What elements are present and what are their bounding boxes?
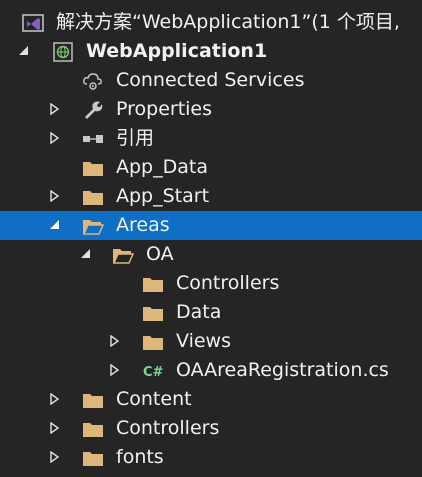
oa-controllers-label: Controllers: [176, 272, 280, 294]
folder-icon: [82, 448, 104, 468]
tree-row-app-data[interactable]: App_Data: [0, 153, 422, 182]
project-name: WebApplication1: [86, 40, 268, 62]
collapsed-arrow-icon[interactable]: [49, 182, 63, 211]
tree-row-oa-registration[interactable]: C# OAAreaRegistration.cs: [0, 356, 422, 385]
tree-row-properties[interactable]: Properties: [0, 95, 422, 124]
cloud-gear-icon: [82, 71, 104, 91]
tree-row-areas[interactable]: Areas: [0, 211, 422, 240]
areas-label: Areas: [116, 214, 170, 236]
tree-row-fonts[interactable]: fonts: [0, 443, 422, 472]
web-project-globe-icon: [52, 42, 74, 62]
tree-row-content[interactable]: Content: [0, 385, 422, 414]
references-label: 引用: [116, 127, 155, 149]
oa-views-label: Views: [176, 330, 231, 352]
fonts-label: fonts: [116, 446, 164, 468]
collapsed-arrow-icon[interactable]: [109, 356, 123, 385]
expanded-arrow-icon[interactable]: [18, 37, 32, 66]
tree-row-oa[interactable]: OA: [0, 240, 422, 269]
oa-data-label: Data: [176, 301, 222, 323]
solution-title: 解决方案“WebApplication1”(1 个项目,: [56, 11, 400, 33]
visual-studio-icon: [22, 13, 44, 33]
folder-icon: [82, 390, 104, 410]
references-icon: [82, 129, 104, 149]
collapsed-arrow-icon[interactable]: [109, 327, 123, 356]
folder-open-icon: [112, 245, 135, 265]
tree-row-oa-controllers[interactable]: Controllers: [0, 269, 422, 298]
tree-row-oa-data[interactable]: Data: [0, 298, 422, 327]
folder-icon: [82, 419, 104, 439]
app-data-label: App_Data: [116, 156, 208, 178]
expanded-arrow-icon[interactable]: [80, 240, 94, 269]
folder-icon: [142, 303, 164, 323]
folder-icon: [82, 158, 104, 178]
content-label: Content: [116, 388, 192, 410]
tree-row-solution[interactable]: 解决方案“WebApplication1”(1 个项目,: [0, 8, 422, 37]
folder-open-icon: [82, 216, 105, 236]
tree-row-oa-views[interactable]: Views: [0, 327, 422, 356]
csharp-file-icon: C#: [142, 361, 164, 381]
folder-icon: [142, 332, 164, 352]
tree-row-app-start[interactable]: App_Start: [0, 182, 422, 211]
collapsed-arrow-icon[interactable]: [49, 385, 63, 414]
collapsed-arrow-icon[interactable]: [49, 95, 63, 124]
expanded-arrow-icon[interactable]: [49, 211, 63, 240]
oa-label: OA: [146, 243, 174, 265]
tree-row-connected-services[interactable]: Connected Services: [0, 66, 422, 95]
solution-explorer-tree: 解决方案“WebApplication1”(1 个项目, WebApplicat…: [0, 0, 422, 468]
collapsed-arrow-icon[interactable]: [49, 414, 63, 443]
tree-row-project[interactable]: WebApplication1: [0, 37, 422, 66]
properties-label: Properties: [116, 98, 213, 120]
collapsed-arrow-icon[interactable]: [49, 443, 63, 472]
folder-icon: [142, 274, 164, 294]
svg-text:C#: C#: [143, 365, 164, 380]
controllers-label: Controllers: [116, 417, 220, 439]
folder-icon: [82, 187, 104, 207]
collapsed-arrow-icon[interactable]: [49, 124, 63, 153]
connected-services-label: Connected Services: [116, 69, 305, 91]
wrench-icon: [82, 100, 104, 120]
oa-registration-label: OAAreaRegistration.cs: [176, 359, 389, 381]
tree-row-references[interactable]: 引用: [0, 124, 422, 153]
app-start-label: App_Start: [116, 185, 210, 207]
tree-row-controllers[interactable]: Controllers: [0, 414, 422, 443]
